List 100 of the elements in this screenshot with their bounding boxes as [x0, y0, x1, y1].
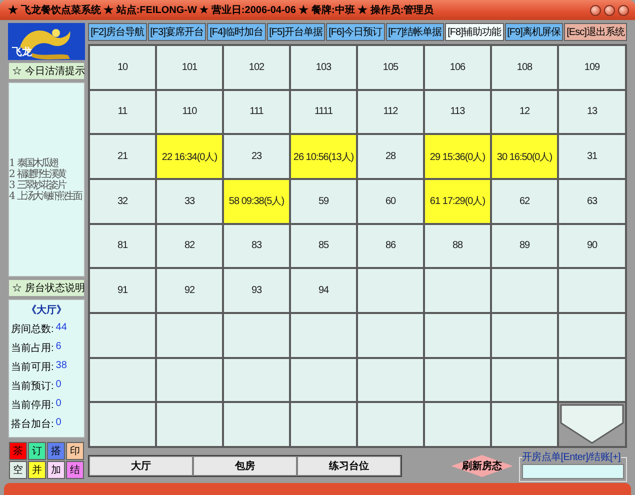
room-tile[interactable]: 58 09:38(5人)	[224, 180, 289, 223]
room-tile[interactable]: 32	[90, 180, 155, 223]
empty-tile	[90, 403, 155, 446]
room-tile[interactable]: 62	[492, 180, 557, 223]
toolbar-button[interactable]: [F7]结帐单据	[386, 23, 444, 41]
stat-label: 当前占用:	[11, 342, 54, 355]
empty-tile	[425, 269, 490, 312]
area-tab[interactable]: 大厅	[89, 456, 193, 476]
empty-tile	[157, 358, 222, 402]
room-tile[interactable]: 105	[358, 46, 423, 89]
empty-tile	[559, 269, 625, 312]
empty-tile	[224, 403, 289, 446]
room-tile[interactable]: 106	[425, 46, 490, 89]
toolbar-button[interactable]: [F4]临时加台	[207, 23, 266, 41]
room-tile[interactable]: 23	[224, 135, 289, 178]
room-tile[interactable]: 22 16:34(0人)	[157, 135, 222, 178]
room-tile[interactable]: 28	[358, 135, 423, 178]
toolbar-button[interactable]: [F3]宴席开台	[148, 23, 206, 41]
room-tile[interactable]: 86	[358, 224, 423, 268]
room-tile[interactable]: 63	[559, 180, 625, 223]
stat-label: 搭台加台:	[11, 418, 54, 431]
status-swatch: 并	[28, 461, 46, 479]
empty-tile	[291, 314, 356, 357]
empty-tile	[358, 269, 423, 312]
status-swatch: 茶	[9, 442, 27, 460]
refresh-button[interactable]: 刷新房态	[451, 455, 513, 477]
room-tile[interactable]: 1111	[291, 90, 356, 134]
room-tile[interactable]: 91	[90, 269, 155, 312]
room-tile[interactable]: 29 15:36(0人)	[425, 135, 490, 178]
empty-tile	[492, 269, 557, 312]
room-tile[interactable]: 85	[291, 224, 356, 268]
empty-tile	[559, 314, 625, 357]
area-tab[interactable]: 练习台位	[297, 456, 401, 476]
hall-title: 《大厅》	[26, 304, 68, 317]
room-tile[interactable]: 59	[291, 180, 356, 223]
stat-value: 38	[54, 360, 67, 373]
empty-tile	[157, 314, 222, 357]
room-tile[interactable]: 10	[90, 46, 155, 89]
room-tile[interactable]: 93	[224, 269, 289, 312]
empty-tile	[492, 358, 557, 402]
status-swatch: 加	[47, 461, 65, 479]
room-tile[interactable]: 94	[291, 269, 356, 312]
item-number: 4	[9, 190, 16, 202]
room-tile[interactable]: 109	[559, 46, 625, 89]
status-swatch: 印	[66, 442, 84, 460]
room-tile[interactable]: 103	[291, 46, 356, 89]
panel-header: ☆ 房台状态说明	[8, 279, 85, 297]
room-tile[interactable]: 101	[157, 46, 222, 89]
room-tile[interactable]: 31	[559, 135, 625, 178]
room-tile[interactable]: 88	[425, 224, 490, 268]
status-swatch: 搭	[47, 442, 65, 460]
room-tile[interactable]: 13	[559, 90, 625, 134]
room-tile[interactable]: 33	[157, 180, 222, 223]
room-tile[interactable]: 30 16:50(0人)	[492, 135, 557, 178]
toolbar-button[interactable]: [F6]今日预订	[326, 23, 384, 41]
dish-name: 泰国木瓜翅	[17, 158, 57, 168]
room-tile[interactable]: 102	[224, 46, 289, 89]
stat-value: 0	[54, 398, 62, 411]
area-tab[interactable]: 包房	[193, 456, 297, 476]
scroll-down-arrow-icon[interactable]	[559, 403, 625, 446]
empty-tile	[425, 358, 490, 402]
stat-value: 44	[54, 322, 67, 335]
dish-name: 福建野生溪黄	[17, 168, 65, 180]
empty-tile	[559, 358, 625, 402]
status-swatch: 订	[28, 442, 46, 460]
toolbar-button[interactable]: [Esc]退出系统	[564, 23, 627, 41]
toolbar-button[interactable]: [F2]房台导航	[88, 23, 146, 41]
room-tile[interactable]: 83	[224, 224, 289, 268]
room-tile[interactable]: 12	[492, 90, 557, 134]
room-tile[interactable]: 111	[224, 90, 289, 134]
stat-value: 0	[54, 379, 62, 392]
room-tile[interactable]: 60	[358, 180, 423, 223]
room-tile[interactable]: 61 17:29(0人)	[425, 180, 490, 223]
room-tile[interactable]: 110	[157, 90, 222, 134]
toolbar-button[interactable]: [F5]开台单据	[266, 23, 325, 41]
item-number: 3	[9, 180, 16, 190]
room-tile[interactable]: 82	[157, 224, 222, 268]
room-tile[interactable]: 21	[90, 135, 155, 178]
status-swatch: 空	[9, 461, 27, 479]
room-tile[interactable]: 26 10:56(13人)	[291, 135, 356, 178]
room-tile[interactable]: 90	[559, 224, 625, 268]
window-control-button[interactable]	[590, 4, 601, 16]
room-tile[interactable]: 108	[492, 46, 557, 89]
room-tile[interactable]: 89	[492, 224, 557, 268]
window-control-button[interactable]	[604, 4, 615, 16]
stat-label: 房间总数:	[11, 322, 54, 336]
logo-text: 飞龙	[11, 46, 32, 60]
toolbar-button[interactable]: [F9]离机屏保	[504, 23, 563, 41]
order-input-field[interactable]	[522, 464, 624, 479]
window-title: ★ 飞龙餐饮点菜系统 ★ 站点:FEILONG-W ★ 营业日:2006-04-06 ★ 餐牌:中班 ★ 操作员:管理员	[8, 4, 434, 17]
toolbar-button[interactable]: [F8]辅助功能	[445, 23, 504, 41]
room-tile[interactable]: 92	[157, 269, 222, 312]
room-tile[interactable]: 81	[90, 224, 155, 268]
item-number: 1	[9, 158, 16, 168]
window-control-button[interactable]	[618, 4, 629, 16]
stat-label: 当前可用:	[11, 360, 54, 374]
status-swatch: 结	[66, 461, 84, 479]
room-tile[interactable]: 113	[425, 90, 490, 134]
room-tile[interactable]: 112	[358, 90, 423, 134]
room-tile[interactable]: 11	[90, 90, 155, 134]
